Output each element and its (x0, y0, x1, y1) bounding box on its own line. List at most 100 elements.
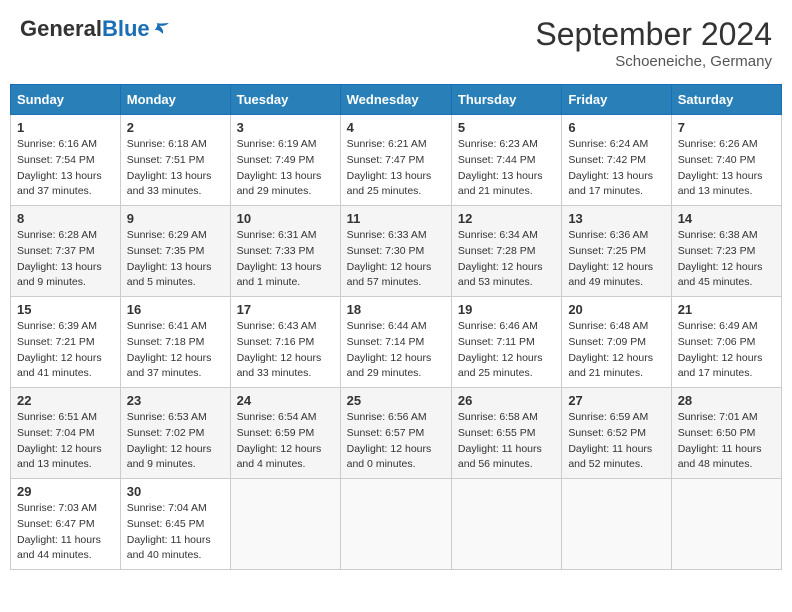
table-row: 10 Sunrise: 6:31 AMSunset: 7:33 PMDayligh… (230, 206, 340, 297)
day-number: 23 (127, 393, 224, 408)
table-row: 25Sunrise: 6:56 AMSunset: 6:57 PMDayligh… (340, 388, 451, 479)
day-info: Sunrise: 6:24 AMSunset: 7:42 PMDaylight:… (568, 137, 664, 200)
day-number: 4 (347, 120, 445, 135)
table-row: 12 Sunrise: 6:34 AMSunset: 7:28 PMDayligh… (451, 206, 561, 297)
table-row: 20 Sunrise: 6:48 AMSunset: 7:09 PMDayligh… (562, 297, 671, 388)
day-number: 13 (568, 211, 664, 226)
day-number: 14 (678, 211, 775, 226)
table-row: 4 Sunrise: 6:21 AMSunset: 7:47 PMDaylight… (340, 115, 451, 206)
day-number: 10 (237, 211, 334, 226)
table-row: 2Sunrise: 6:18 AMSunset: 7:51 PMDaylight… (120, 115, 230, 206)
table-row: 1 Sunrise: 6:16 AMSunset: 7:54 PMDaylight… (11, 115, 121, 206)
day-info: Sunrise: 6:31 AMSunset: 7:33 PMDaylight:… (237, 228, 334, 291)
col-tuesday: Tuesday (230, 85, 340, 115)
day-number: 1 (17, 120, 114, 135)
table-row: 3 Sunrise: 6:19 AMSunset: 7:49 PMDaylight… (230, 115, 340, 206)
day-info: Sunrise: 6:33 AMSunset: 7:30 PMDaylight:… (347, 228, 445, 291)
table-row: 7 Sunrise: 6:26 AMSunset: 7:40 PMDaylight… (671, 115, 781, 206)
table-row: 15 Sunrise: 6:39 AMSunset: 7:21 PMDayligh… (11, 297, 121, 388)
table-row (340, 479, 451, 570)
calendar-week-row: 22 Sunrise: 6:51 AMSunset: 7:04 PMDayligh… (11, 388, 782, 479)
table-row: 24 Sunrise: 6:54 AMSunset: 6:59 PMDayligh… (230, 388, 340, 479)
col-friday: Friday (562, 85, 671, 115)
table-row: 17 Sunrise: 6:43 AMSunset: 7:16 PMDayligh… (230, 297, 340, 388)
day-number: 30 (127, 484, 224, 499)
table-row: 9 Sunrise: 6:29 AMSunset: 7:35 PMDaylight… (120, 206, 230, 297)
page-header: GeneralBlue September 2024 Schoeneiche, … (10, 10, 782, 76)
day-info: Sunrise: 6:36 AMSunset: 7:25 PMDaylight:… (568, 228, 664, 291)
table-row: 5Sunrise: 6:23 AMSunset: 7:44 PMDaylight… (451, 115, 561, 206)
table-row: 16 Sunrise: 6:41 AMSunset: 7:18 PMDayligh… (120, 297, 230, 388)
calendar-week-row: 15 Sunrise: 6:39 AMSunset: 7:21 PMDayligh… (11, 297, 782, 388)
table-row: 26 Sunrise: 6:58 AMSunset: 6:55 PMDayligh… (451, 388, 561, 479)
day-number: 16 (127, 302, 224, 317)
day-info: Sunrise: 6:38 AMSunset: 7:23 PMDaylight:… (678, 228, 775, 291)
day-number: 17 (237, 302, 334, 317)
day-info: Sunrise: 6:21 AMSunset: 7:47 PMDaylight:… (347, 137, 445, 200)
day-info: Sunrise: 6:41 AMSunset: 7:18 PMDaylight:… (127, 319, 224, 382)
day-info: Sunrise: 6:29 AMSunset: 7:35 PMDaylight:… (127, 228, 224, 291)
day-number: 12 (458, 211, 555, 226)
table-row (230, 479, 340, 570)
day-info: Sunrise: 6:59 AMSunset: 6:52 PMDaylight:… (568, 410, 664, 473)
day-number: 27 (568, 393, 664, 408)
day-number: 28 (678, 393, 775, 408)
day-info: Sunrise: 6:54 AMSunset: 6:59 PMDaylight:… (237, 410, 334, 473)
day-number: 29 (17, 484, 114, 499)
day-number: 21 (678, 302, 775, 317)
day-info: Sunrise: 6:44 AMSunset: 7:14 PMDaylight:… (347, 319, 445, 382)
day-info: Sunrise: 6:26 AMSunset: 7:40 PMDaylight:… (678, 137, 775, 200)
table-row: 21Sunrise: 6:49 AMSunset: 7:06 PMDayligh… (671, 297, 781, 388)
day-info: Sunrise: 6:34 AMSunset: 7:28 PMDaylight:… (458, 228, 555, 291)
col-wednesday: Wednesday (340, 85, 451, 115)
day-number: 25 (347, 393, 445, 408)
table-row (671, 479, 781, 570)
day-number: 26 (458, 393, 555, 408)
col-thursday: Thursday (451, 85, 561, 115)
day-info: Sunrise: 6:18 AMSunset: 7:51 PMDaylight:… (127, 137, 224, 200)
calendar-header-row: Sunday Monday Tuesday Wednesday Thursday… (11, 85, 782, 115)
calendar-table: Sunday Monday Tuesday Wednesday Thursday… (10, 84, 782, 570)
calendar-week-row: 29 Sunrise: 7:03 AMSunset: 6:47 PMDayligh… (11, 479, 782, 570)
table-row: 27 Sunrise: 6:59 AMSunset: 6:52 PMDayligh… (562, 388, 671, 479)
day-info: Sunrise: 6:23 AMSunset: 7:44 PMDaylight:… (458, 137, 555, 200)
day-number: 3 (237, 120, 334, 135)
logo-bird-icon (152, 20, 170, 38)
table-row: 6Sunrise: 6:24 AMSunset: 7:42 PMDaylight… (562, 115, 671, 206)
day-info: Sunrise: 6:19 AMSunset: 7:49 PMDaylight:… (237, 137, 334, 200)
day-info: Sunrise: 7:01 AMSunset: 6:50 PMDaylight:… (678, 410, 775, 473)
table-row (451, 479, 561, 570)
table-row: 8Sunrise: 6:28 AMSunset: 7:37 PMDaylight… (11, 206, 121, 297)
col-saturday: Saturday (671, 85, 781, 115)
day-number: 18 (347, 302, 445, 317)
day-number: 11 (347, 211, 445, 226)
day-info: Sunrise: 6:48 AMSunset: 7:09 PMDaylight:… (568, 319, 664, 382)
day-info: Sunrise: 7:03 AMSunset: 6:47 PMDaylight:… (17, 501, 114, 564)
month-title: September 2024 (535, 16, 772, 53)
table-row: 14 Sunrise: 6:38 AMSunset: 7:23 PMDayligh… (671, 206, 781, 297)
logo-blue-text: Blue (102, 16, 150, 42)
day-info: Sunrise: 6:39 AMSunset: 7:21 PMDaylight:… (17, 319, 114, 382)
day-info: Sunrise: 6:16 AMSunset: 7:54 PMDaylight:… (17, 137, 114, 200)
day-number: 7 (678, 120, 775, 135)
table-row: 11 Sunrise: 6:33 AMSunset: 7:30 PMDayligh… (340, 206, 451, 297)
day-info: Sunrise: 6:43 AMSunset: 7:16 PMDaylight:… (237, 319, 334, 382)
title-area: September 2024 Schoeneiche, Germany (535, 16, 772, 70)
day-info: Sunrise: 6:51 AMSunset: 7:04 PMDaylight:… (17, 410, 114, 473)
day-number: 9 (127, 211, 224, 226)
table-row: 29 Sunrise: 7:03 AMSunset: 6:47 PMDayligh… (11, 479, 121, 570)
calendar-week-row: 8Sunrise: 6:28 AMSunset: 7:37 PMDaylight… (11, 206, 782, 297)
day-number: 15 (17, 302, 114, 317)
table-row: 28 Sunrise: 7:01 AMSunset: 6:50 PMDayligh… (671, 388, 781, 479)
table-row: 19Sunrise: 6:46 AMSunset: 7:11 PMDayligh… (451, 297, 561, 388)
day-number: 22 (17, 393, 114, 408)
day-info: Sunrise: 6:46 AMSunset: 7:11 PMDaylight:… (458, 319, 555, 382)
table-row: 23Sunrise: 6:53 AMSunset: 7:02 PMDayligh… (120, 388, 230, 479)
calendar-week-row: 1 Sunrise: 6:16 AMSunset: 7:54 PMDaylight… (11, 115, 782, 206)
day-info: Sunrise: 7:04 AMSunset: 6:45 PMDaylight:… (127, 501, 224, 564)
table-row (562, 479, 671, 570)
day-number: 20 (568, 302, 664, 317)
day-number: 24 (237, 393, 334, 408)
day-info: Sunrise: 6:58 AMSunset: 6:55 PMDaylight:… (458, 410, 555, 473)
day-number: 8 (17, 211, 114, 226)
